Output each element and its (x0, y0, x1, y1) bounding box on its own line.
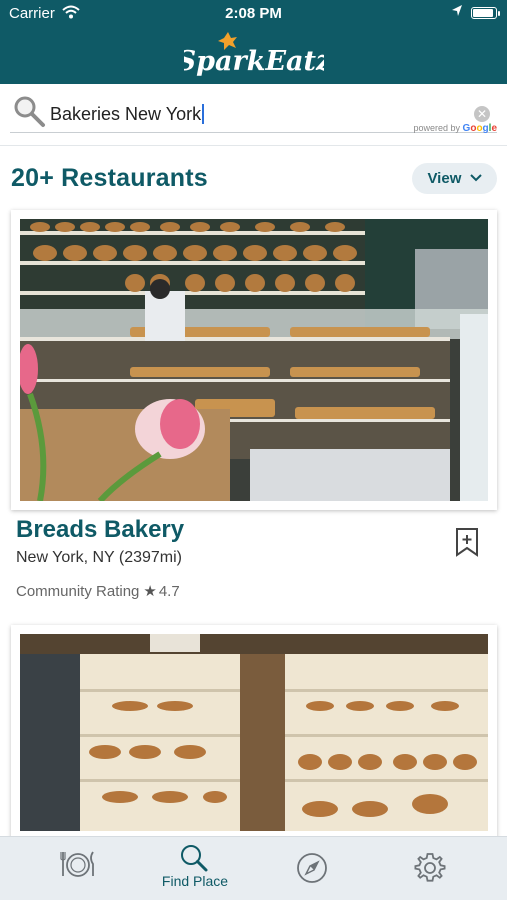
restaurant-photo-card[interactable] (11, 210, 497, 510)
clock: 2:08 PM (225, 5, 282, 22)
svg-text:SparkEatz: SparkEatz (184, 46, 324, 77)
community-rating: Community Rating ★ 4.7 (16, 582, 180, 600)
clear-search-button[interactable]: ✕ (474, 106, 490, 122)
tab-label: Find Place (161, 873, 229, 889)
bookmark-add-icon[interactable] (455, 527, 479, 562)
powered-by-label: powered by (413, 123, 461, 133)
brand-logo: SparkEatz (0, 32, 507, 80)
tab-find-place[interactable]: Find Place (150, 837, 240, 900)
tab-explore[interactable] (278, 837, 346, 900)
tab-plate[interactable] (40, 837, 116, 900)
restaurant-photo-card[interactable] (11, 625, 497, 840)
plate-icon (60, 851, 94, 877)
tab-settings[interactable] (396, 837, 464, 900)
bakery-photo (20, 219, 488, 501)
results-count-title: 20+ Restaurants (11, 164, 208, 192)
compass-icon (297, 853, 327, 883)
location-arrow-icon (451, 4, 463, 22)
restaurant-location: New York, NY (2397mi) (16, 549, 182, 566)
powered-by-google: powered by Google (414, 123, 498, 134)
restaurant-name[interactable]: Breads Bakery (16, 516, 184, 544)
app-header: Carrier 2:08 PM SparkEatz (0, 0, 507, 84)
view-label: View (427, 170, 462, 187)
star-icon: ★ (143, 583, 157, 600)
rating-value: 4.7 (158, 583, 180, 600)
search-icon (12, 94, 46, 133)
rating-label: Community Rating (16, 583, 140, 600)
chevron-down-icon (469, 174, 482, 182)
search-bar: Bakeries New York ✕ powered by Google (0, 84, 507, 146)
battery-icon (471, 7, 500, 19)
view-toggle-button[interactable]: View (412, 163, 497, 194)
status-bar: Carrier 2:08 PM (0, 0, 507, 28)
search-input[interactable]: Bakeries New York (50, 104, 204, 125)
search-icon (181, 845, 208, 872)
tab-bar: Find Place (0, 836, 507, 900)
gear-icon (414, 853, 446, 882)
bakery-photo (20, 634, 488, 831)
google-logo: Google (462, 123, 497, 134)
